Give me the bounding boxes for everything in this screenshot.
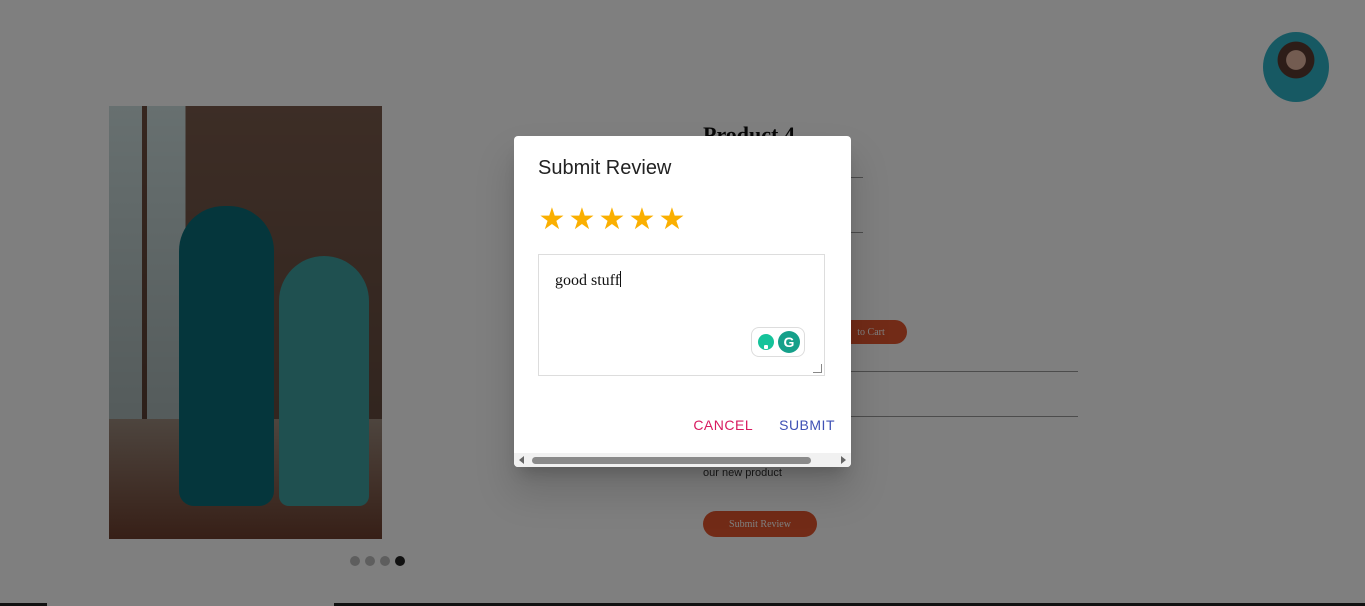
scroll-right-arrow-icon[interactable]: [841, 456, 846, 464]
review-dialog: Submit Review ★ ★ ★ ★ ★ good stuff G CAN…: [514, 136, 851, 467]
rating-stars[interactable]: ★ ★ ★ ★ ★: [538, 205, 686, 235]
cancel-button[interactable]: CANCEL: [693, 417, 753, 433]
star-icon[interactable]: ★: [568, 205, 596, 235]
grammarly-widget[interactable]: G: [751, 327, 805, 357]
review-text-value: good stuff: [555, 272, 621, 289]
lightbulb-icon[interactable]: [758, 334, 774, 350]
star-icon[interactable]: ★: [658, 205, 686, 235]
scroll-left-arrow-icon[interactable]: [519, 456, 524, 464]
horizontal-scrollbar[interactable]: [514, 453, 851, 467]
dialog-title: Submit Review: [538, 157, 672, 179]
review-text: good stuff: [555, 271, 622, 290]
dialog-actions: CANCEL SUBMIT: [693, 417, 835, 433]
text-caret: [620, 271, 622, 287]
star-icon[interactable]: ★: [628, 205, 656, 235]
scrollbar-thumb[interactable]: [532, 457, 811, 464]
review-textarea[interactable]: good stuff G: [538, 254, 825, 376]
resize-handle-icon[interactable]: [813, 364, 822, 373]
grammarly-icon[interactable]: G: [778, 331, 800, 353]
star-icon[interactable]: ★: [538, 205, 566, 235]
star-icon[interactable]: ★: [598, 205, 626, 235]
submit-button[interactable]: SUBMIT: [779, 417, 835, 433]
